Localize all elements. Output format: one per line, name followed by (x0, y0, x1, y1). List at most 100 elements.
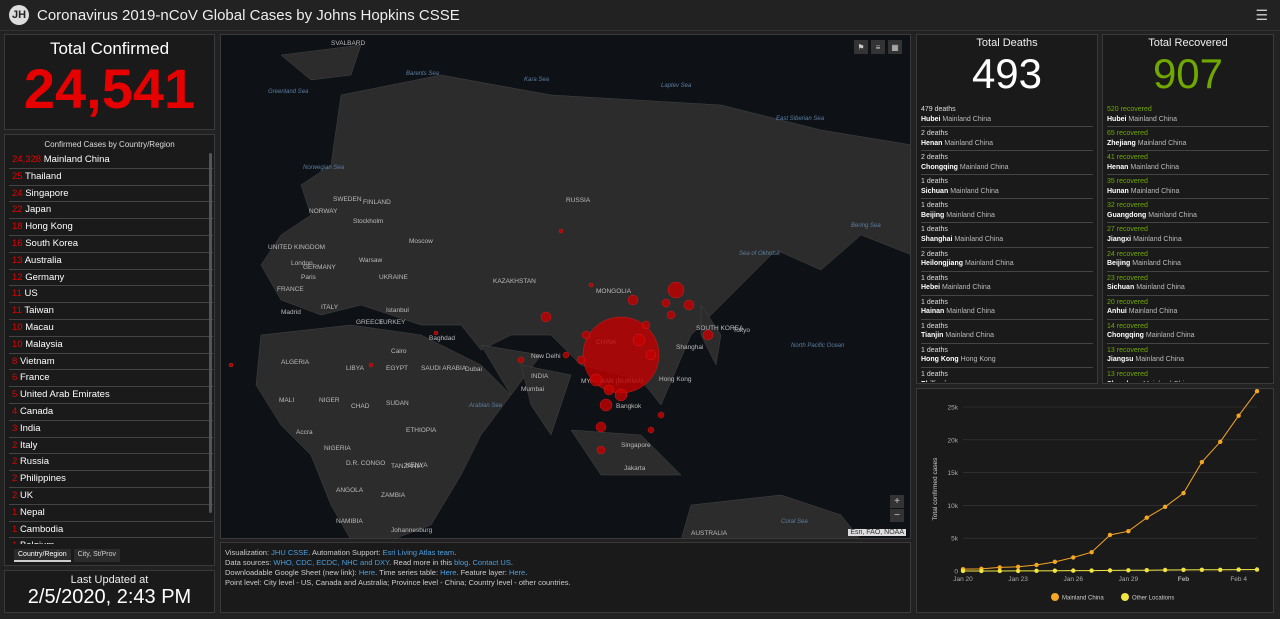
list-item[interactable]: 6 France (9, 370, 213, 388)
case-marker[interactable] (558, 228, 564, 234)
list-item[interactable]: 1 deaths Hong Kong Hong Kong (921, 344, 1093, 369)
case-marker[interactable] (562, 351, 570, 359)
data-point[interactable] (1052, 559, 1058, 565)
case-marker[interactable] (667, 281, 685, 299)
data-point[interactable] (997, 568, 1002, 574)
list-item[interactable]: 1 deaths Shanghai Mainland China (921, 223, 1093, 248)
list-item[interactable]: 25 Thailand (9, 169, 213, 186)
case-marker[interactable] (595, 421, 607, 433)
data-point[interactable] (1162, 504, 1168, 510)
list-item[interactable]: 1 deaths Hainan Mainland China (921, 296, 1093, 320)
deaths-list[interactable]: 479 deaths Hubei Mainland China 2 deaths He… (921, 103, 1093, 382)
esri-living-atlas-link[interactable]: Esri Living Atlas team (382, 548, 454, 557)
legend-marker[interactable] (1121, 593, 1129, 601)
list-item[interactable]: 10 Macau (9, 320, 213, 337)
list-item[interactable]: 11 US (9, 286, 213, 304)
case-marker[interactable] (433, 330, 439, 336)
google-sheet-link[interactable]: Here (359, 568, 375, 577)
list-item[interactable]: 32 recovered Guangdong Mainland China (1107, 199, 1269, 224)
data-point[interactable] (1089, 568, 1094, 573)
data-sources-links[interactable]: WHO, CDC, ECDC, NHC and DXY (273, 558, 389, 567)
list-item[interactable]: 10 Malaysia (9, 337, 213, 354)
data-point[interactable] (1126, 568, 1131, 573)
case-marker[interactable] (540, 311, 552, 323)
list-item[interactable]: 13 Australia (9, 253, 213, 270)
list-item[interactable]: 27 recovered Jiangxi Mainland China (1107, 223, 1269, 248)
menu-icon[interactable]: ☰ (1255, 7, 1268, 24)
list-item[interactable]: 20 recovered Anhui Mainland China (1107, 296, 1269, 320)
legend-list-icon[interactable]: ≡ (871, 40, 885, 54)
map-view[interactable]: SVALBARD Barents Sea Kara Sea Laptev Sea Eas… (220, 34, 911, 539)
data-point[interactable] (1089, 550, 1094, 555)
data-point[interactable] (1034, 562, 1039, 568)
list-item[interactable]: 1 Cambodia (9, 522, 213, 539)
data-point[interactable] (1144, 568, 1149, 573)
cases-chart[interactable]: 0 5k 10k 15k 20k 25k Jan 20 Jan 23 Jan 26 Jan 29 F… (917, 388, 1275, 614)
case-marker[interactable] (576, 355, 586, 365)
data-point[interactable] (1236, 567, 1241, 572)
list-item[interactable]: 1 deaths Philippines (921, 368, 1093, 382)
data-point[interactable] (1181, 567, 1186, 573)
list-item[interactable]: 24 Singapore (9, 186, 213, 203)
list-item[interactable]: 12 Germany (9, 270, 213, 287)
contact-us-link[interactable]: Contact US (473, 558, 511, 567)
list-item[interactable]: 13 recoveredShandong Mainland China (1107, 368, 1269, 382)
list-item[interactable]: 65 recovered Zhejiang Mainland China (1107, 127, 1269, 152)
case-marker[interactable] (702, 329, 714, 341)
list-item[interactable]: 2 Philippines (9, 471, 213, 488)
list-item[interactable]: 24 recovered Beijing Mainland China (1107, 248, 1269, 272)
list-item[interactable]: 1 deaths Hebei Mainland China (921, 272, 1093, 296)
data-point[interactable] (1218, 567, 1223, 572)
list-item[interactable]: 479 deaths Hubei Mainland China (921, 103, 1093, 128)
list-item[interactable]: 3 India (9, 421, 213, 438)
case-marker[interactable] (228, 362, 234, 368)
data-point[interactable] (1144, 515, 1149, 520)
case-marker[interactable] (661, 298, 671, 308)
case-marker[interactable] (603, 384, 615, 396)
data-point[interactable] (1181, 490, 1186, 496)
list-item[interactable]: 2 deaths Heilongjiang Mainland China (921, 248, 1093, 272)
legend-marker[interactable] (1051, 593, 1059, 601)
case-marker[interactable] (614, 388, 628, 402)
data-point[interactable] (1015, 564, 1021, 570)
list-item[interactable]: 18 Hong Kong (9, 219, 213, 236)
data-point[interactable] (960, 568, 966, 574)
bookmark-icon[interactable]: ⚑ (854, 40, 868, 54)
case-marker[interactable] (581, 330, 591, 340)
legend-label[interactable]: Mainland China (1062, 596, 1104, 602)
data-point[interactable] (1218, 439, 1223, 445)
list-item[interactable]: 41 recovered Henan Mainland China (1107, 151, 1269, 176)
data-point[interactable] (1254, 567, 1260, 572)
case-marker[interactable] (517, 356, 525, 364)
list-item[interactable]: 520 recovered Hubei Mainland China (1107, 103, 1269, 128)
tab-country-region[interactable]: Country/Region (14, 549, 71, 562)
list-item[interactable]: 1 deaths Beijing Mainland China (921, 199, 1093, 224)
list-item[interactable]: 11 Taiwan (9, 303, 213, 320)
list-item[interactable]: 13 recovered Jiangsu Mainland China (1107, 344, 1269, 369)
tab-city-state[interactable]: City, St/Prov (73, 549, 121, 562)
list-item[interactable]: 24,328 Mainland China (9, 152, 213, 169)
case-marker[interactable] (627, 294, 639, 306)
data-point[interactable] (979, 568, 984, 574)
list-item[interactable]: 2 UK (9, 488, 213, 505)
case-marker[interactable] (368, 362, 374, 368)
data-point[interactable] (1162, 567, 1168, 573)
list-item[interactable]: 2 Russia (9, 454, 213, 472)
list-item[interactable]: 1 Belgium (9, 538, 213, 544)
recovered-list[interactable]: 520 recovered Hubei Mainland China 65 reco… (1107, 103, 1269, 382)
data-point[interactable] (1199, 567, 1205, 572)
case-marker[interactable] (683, 299, 695, 311)
case-marker[interactable] (588, 282, 594, 288)
case-marker[interactable] (599, 398, 613, 412)
list-item[interactable]: 1 deaths Tianjin Mainland China (921, 320, 1093, 344)
case-marker[interactable] (632, 333, 646, 347)
list-item[interactable]: 16 South Korea (9, 236, 213, 253)
case-marker[interactable] (666, 310, 676, 320)
list-item[interactable]: 8 Vietnam (9, 354, 213, 371)
zoom-in-button[interactable]: + (890, 495, 904, 508)
map-canvas[interactable]: SVALBARD Barents Sea Kara Sea Laptev Sea Eas… (221, 35, 911, 539)
data-point[interactable] (1199, 459, 1205, 465)
list-item[interactable]: 4 Canada (9, 404, 213, 421)
blog-link[interactable]: blog (454, 558, 468, 567)
jhu-csse-link[interactable]: JHU CSSE (271, 548, 308, 557)
